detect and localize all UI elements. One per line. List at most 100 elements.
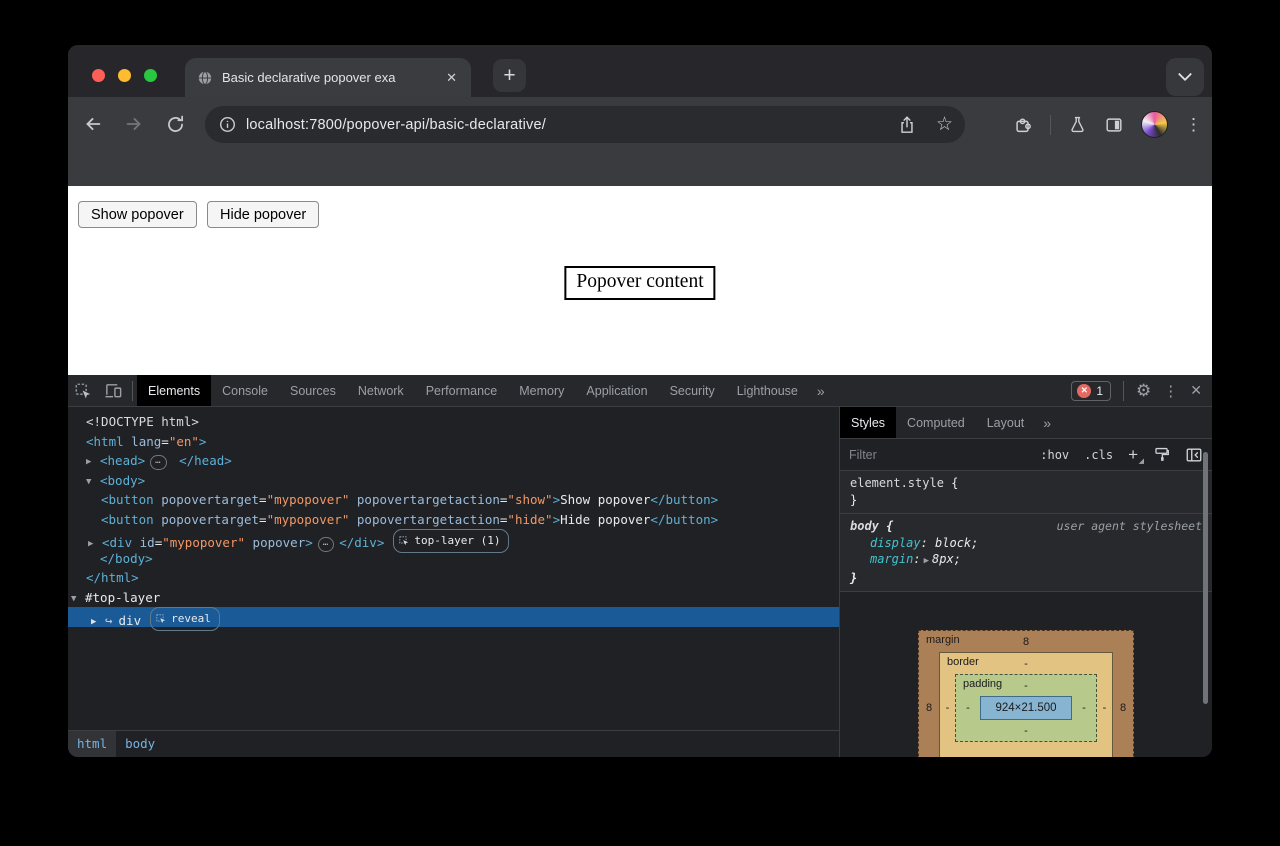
tab-title: Basic declarative popover exa — [222, 70, 435, 85]
url-bar[interactable]: localhost:7800/popover-api/basic-declara… — [205, 106, 965, 143]
expand-ellipsis-button[interactable]: … — [150, 455, 166, 470]
side-panel-button[interactable] — [1104, 115, 1124, 135]
back-button[interactable] — [80, 111, 106, 137]
breadcrumb-item-body[interactable]: body — [116, 731, 164, 757]
error-count: 1 — [1096, 384, 1103, 398]
tab-close-button[interactable]: ✕ — [444, 70, 459, 86]
devtools-tab-lighthouse[interactable]: Lighthouse — [726, 375, 809, 406]
console-error-badge[interactable]: ✕ 1 — [1071, 381, 1111, 401]
toggle-hover-state-button[interactable]: :hov — [1040, 448, 1069, 462]
profile-avatar[interactable] — [1141, 111, 1168, 138]
expand-triangle-icon[interactable]: ▶ — [924, 556, 929, 566]
styles-scrollbar[interactable] — [1203, 452, 1208, 704]
styles-filter-input[interactable] — [849, 448, 999, 462]
padding-top-value[interactable]: - — [1024, 680, 1028, 692]
tree-line[interactable]: ▶<div id="mypopover" popover>…</div>top-… — [68, 529, 839, 549]
error-icon: ✕ — [1077, 384, 1091, 398]
margin-top-value[interactable]: 8 — [1023, 636, 1029, 648]
show-popover-button[interactable]: Show popover — [78, 201, 197, 228]
browser-menu-kebab-icon[interactable]: ⋮ — [1185, 115, 1202, 135]
tree-line[interactable]: ▼#top-layer — [68, 588, 839, 608]
tree-line[interactable]: ▶↪divreveal — [68, 607, 839, 627]
tree-line[interactable]: </html> — [68, 568, 839, 588]
border-top-value[interactable]: - — [1024, 658, 1028, 670]
element-style-selector[interactable]: element.style — [850, 476, 944, 490]
tree-line[interactable]: <html lang="en"> — [68, 432, 839, 452]
device-toolbar-button[interactable] — [98, 375, 128, 407]
tab-search-button[interactable] — [1166, 58, 1204, 96]
dom-tree: <!DOCTYPE html><html lang="en">▶<head>… … — [68, 407, 839, 730]
devtools-tab-memory[interactable]: Memory — [508, 375, 575, 406]
tree-expander-icon: ▶ — [86, 453, 100, 473]
tree-line[interactable]: <!DOCTYPE html> — [68, 412, 839, 432]
devtools-tab-application[interactable]: Application — [575, 375, 658, 406]
padding-bottom-value[interactable]: - — [956, 720, 1096, 741]
styles-brush-button[interactable] — [1153, 446, 1170, 463]
sidebar-more-tabs-icon[interactable]: » — [1035, 415, 1058, 431]
devtools-tab-sources[interactable]: Sources — [279, 375, 347, 406]
hide-popover-button[interactable]: Hide popover — [207, 201, 319, 228]
devtools-tab-console[interactable]: Console — [211, 375, 279, 406]
reload-button[interactable] — [162, 111, 188, 137]
elements-pane: <!DOCTYPE html><html lang="en">▶<head>… … — [68, 407, 840, 757]
tree-expander-icon: ▼ — [71, 590, 85, 610]
devtools-close-icon[interactable]: ✕ — [1190, 382, 1202, 399]
sidebar-tab-layout[interactable]: Layout — [976, 407, 1036, 438]
box-model-content-size[interactable]: 924×21.500 — [980, 696, 1072, 720]
globe-favicon-icon — [197, 70, 213, 86]
more-tabs-icon[interactable]: » — [809, 383, 832, 399]
chevron-down-icon — [1178, 67, 1192, 81]
browser-tab[interactable]: Basic declarative popover exa ✕ — [185, 58, 471, 97]
tree-expander-icon: ▶ — [91, 613, 105, 633]
devtools-tab-performance[interactable]: Performance — [415, 375, 509, 406]
reveal-badge[interactable]: reveal — [150, 607, 220, 631]
tree-line[interactable]: ▼<body> — [68, 471, 839, 491]
breadcrumb-item-html[interactable]: html — [68, 731, 116, 757]
new-tab-button[interactable]: + — [493, 59, 526, 92]
padding-right-value[interactable]: - — [1072, 696, 1096, 720]
styles-sidebar-tabs: StylesComputedLayout» — [840, 407, 1212, 439]
forward-button[interactable] — [121, 111, 147, 137]
toggle-class-button[interactable]: .cls — [1084, 448, 1113, 462]
tab-strip: Basic declarative popover exa ✕ + — [68, 45, 1212, 97]
expand-ellipsis-button[interactable]: … — [318, 537, 334, 552]
extensions-button[interactable] — [1013, 115, 1033, 135]
sidebar-tab-styles[interactable]: Styles — [840, 407, 896, 438]
site-info-icon[interactable] — [219, 116, 236, 133]
labs-flask-button[interactable] — [1068, 115, 1087, 134]
box-model-margin-label: margin — [926, 634, 960, 646]
tree-line[interactable]: <button popovertarget="mypopover" popove… — [68, 510, 839, 530]
devtools-tab-security[interactable]: Security — [659, 375, 726, 406]
margin-right-value[interactable]: 8 — [1113, 652, 1133, 757]
element-style-rule[interactable]: element.style { } — [840, 471, 1212, 514]
traffic-lights — [92, 69, 157, 82]
tree-line[interactable]: <button popovertarget="mypopover" popove… — [68, 490, 839, 510]
settings-gear-icon[interactable]: ⚙ — [1136, 381, 1151, 401]
new-style-rule-button[interactable]: +◢ — [1128, 446, 1138, 463]
sidebar-toggle-button[interactable] — [1185, 446, 1203, 464]
tree-line[interactable]: ▶<head>… </head> — [68, 451, 839, 471]
padding-left-value[interactable]: - — [956, 696, 980, 720]
devtools-menu-kebab-icon[interactable]: ⋮ — [1163, 382, 1178, 400]
margin-left-value[interactable]: 8 — [919, 652, 939, 757]
devtools-panel: ElementsConsoleSourcesNetworkPerformance… — [68, 375, 1212, 757]
devtools-tab-elements[interactable]: Elements — [137, 375, 211, 406]
close-window-button[interactable] — [92, 69, 105, 82]
body-style-rule[interactable]: body { user agent stylesheet display: bl… — [840, 514, 1212, 592]
body-rule-selector[interactable]: body — [850, 519, 879, 533]
minimize-window-button[interactable] — [118, 69, 131, 82]
sidebar-tab-computed[interactable]: Computed — [896, 407, 976, 438]
devtools-separator2 — [1123, 381, 1124, 401]
maximize-window-button[interactable] — [144, 69, 157, 82]
bookmark-star-button[interactable]: ☆ — [936, 115, 953, 134]
share-button[interactable] — [898, 115, 916, 135]
devtools-tab-network[interactable]: Network — [347, 375, 415, 406]
css-property[interactable]: margin:▶8px; — [850, 551, 1202, 570]
css-property[interactable]: display: block; — [850, 535, 1202, 552]
border-right-value[interactable]: - — [1097, 674, 1112, 742]
box-model-padding-label: padding — [963, 678, 1002, 690]
url-text[interactable]: localhost:7800/popover-api/basic-declara… — [246, 117, 546, 133]
top-layer-badge[interactable]: top-layer (1) — [393, 529, 509, 553]
border-left-value[interactable]: - — [940, 674, 955, 742]
inspect-element-button[interactable] — [68, 375, 98, 407]
